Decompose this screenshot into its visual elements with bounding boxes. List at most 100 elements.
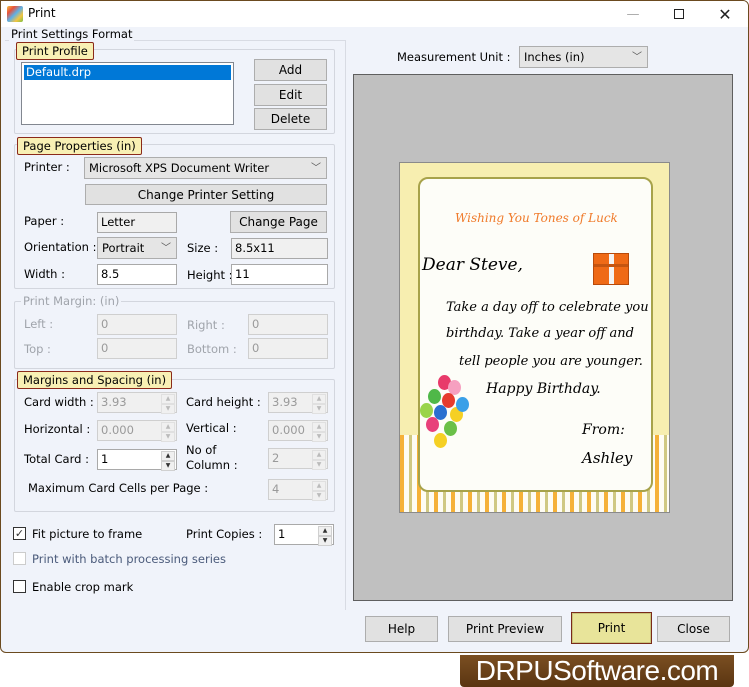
balloons-icon (420, 375, 472, 455)
spin-up-icon[interactable]: ▲ (161, 451, 175, 461)
print-margins-title: Print Margin: (in) (21, 294, 122, 308)
card-width-spinner[interactable]: 3.93 ▲ ▼ (97, 392, 177, 414)
no-of-column-label-2: Column : (186, 458, 238, 472)
vertical-label: Vertical : (186, 421, 237, 435)
right-margin-field[interactable]: 0 (248, 314, 328, 335)
card-height-label: Card height : (186, 395, 261, 409)
app-icon (7, 6, 23, 22)
settings-group-title: Print Settings Format (9, 27, 135, 41)
spin-down-icon[interactable]: ▼ (312, 460, 326, 470)
measurement-unit-select[interactable]: Inches (in) ﹀ (519, 46, 648, 68)
horizontal-label: Horizontal : (24, 422, 91, 436)
delete-profile-button[interactable]: Delete (254, 108, 327, 130)
horizontal-spinner[interactable]: 0.000 ▲ ▼ (97, 420, 177, 442)
height-field[interactable]: 11 (231, 264, 328, 285)
print-preview-button[interactable]: Print Preview (448, 616, 562, 642)
crop-mark-checkbox[interactable] (13, 580, 26, 593)
card-width-value: 3.93 (101, 395, 127, 409)
orientation-value: Portrait (102, 241, 145, 255)
total-card-label: Total Card : (24, 452, 89, 466)
no-of-column-spinner[interactable]: 2 ▲ ▼ (268, 448, 328, 470)
profile-list-item[interactable]: Default.drp (24, 65, 231, 80)
print-dialog: Print — ✕ Print Settings Format Print Pr… (0, 0, 749, 653)
spin-down-icon[interactable]: ▼ (318, 536, 332, 546)
bottom-margin-field[interactable]: 0 (248, 338, 328, 359)
close-icon: ✕ (718, 4, 732, 24)
spin-up-icon[interactable]: ▲ (312, 394, 326, 404)
window-title: Print (28, 6, 56, 20)
margins-spacing-title: Margins and Spacing (in) (17, 371, 173, 389)
spin-down-icon[interactable]: ▼ (312, 404, 326, 414)
card-signature: Ashley (582, 449, 633, 467)
vertical-value: 0.000 (272, 423, 305, 437)
orientation-select[interactable]: Portrait ﹀ (97, 237, 177, 259)
spin-down-icon[interactable]: ▼ (161, 404, 175, 414)
fit-picture-checkbox[interactable]: ✓ (13, 527, 26, 540)
printer-value: Microsoft XPS Document Writer (89, 161, 270, 175)
change-printer-setting-button[interactable]: Change Printer Setting (85, 184, 327, 205)
max-cells-spinner[interactable]: 4 ▲ ▼ (268, 479, 328, 501)
printer-label: Printer : (24, 160, 70, 174)
spin-down-icon[interactable]: ▼ (161, 432, 175, 442)
minimize-button[interactable]: — (610, 1, 656, 27)
size-field[interactable]: 8.5x11 (231, 238, 328, 259)
add-profile-button[interactable]: Add (254, 59, 327, 81)
right-margin-label: Right : (187, 318, 225, 332)
measurement-unit-label: Measurement Unit : (397, 50, 511, 64)
spin-down-icon[interactable]: ▼ (312, 432, 326, 442)
max-cells-value: 4 (272, 482, 280, 496)
paper-field[interactable]: Letter (97, 212, 177, 233)
maximize-button[interactable] (656, 1, 702, 27)
spin-up-icon[interactable]: ▲ (318, 526, 332, 536)
card-preview: Wishing You Tones of Luck Dear Steve, Ta… (399, 162, 670, 513)
help-button[interactable]: Help (365, 616, 438, 642)
printer-select[interactable]: Microsoft XPS Document Writer ﹀ (84, 157, 327, 179)
spin-up-icon[interactable]: ▲ (312, 481, 326, 491)
batch-processing-label: Print with batch processing series (32, 552, 226, 566)
batch-processing-checkbox[interactable] (13, 552, 26, 565)
change-page-button[interactable]: Change Page (230, 211, 327, 233)
card-height-spinner[interactable]: 3.93 ▲ ▼ (268, 392, 328, 414)
page-properties-title: Page Properties (in) (17, 137, 142, 155)
print-button[interactable]: Print (571, 612, 652, 644)
spin-down-icon[interactable]: ▼ (161, 461, 175, 471)
spin-down-icon[interactable]: ▼ (312, 491, 326, 501)
vertical-spinner[interactable]: 0.000 ▲ ▼ (268, 420, 328, 442)
spin-up-icon[interactable]: ▲ (312, 450, 326, 460)
chevron-down-icon: ﹀ (311, 163, 321, 174)
card-heading: Wishing You Tones of Luck (455, 211, 618, 225)
fit-picture-label: Fit picture to frame (32, 527, 143, 541)
spin-up-icon[interactable]: ▲ (161, 394, 175, 404)
spin-up-icon[interactable]: ▲ (312, 422, 326, 432)
card-line-3: tell people you are younger. (459, 354, 643, 369)
bottom-margin-label: Bottom : (187, 342, 237, 356)
card-line-2: birthday. Take a year off and (446, 326, 634, 341)
print-copies-spinner[interactable]: 1 ▲ ▼ (274, 524, 334, 546)
orientation-label: Orientation : (24, 240, 97, 254)
profile-list[interactable]: Default.drp (21, 62, 234, 125)
total-card-spinner[interactable]: 1 ▲ ▼ (97, 449, 177, 471)
no-of-column-label-1: No of (186, 443, 217, 457)
top-margin-label: Top : (24, 342, 51, 356)
card-line-4: Happy Birthday. (486, 381, 601, 397)
divider (345, 40, 346, 610)
spin-up-icon[interactable]: ▲ (161, 422, 175, 432)
width-field[interactable]: 8.5 (97, 264, 177, 285)
total-card-value: 1 (101, 452, 109, 466)
left-margin-label: Left : (24, 317, 54, 331)
size-label: Size : (187, 241, 219, 255)
close-window-button[interactable]: ✕ (702, 1, 748, 27)
left-margin-field[interactable]: 0 (97, 314, 177, 335)
minimize-icon: — (626, 6, 640, 22)
print-preview-area: Wishing You Tones of Luck Dear Steve, Ta… (353, 74, 733, 601)
chevron-down-icon: ﹀ (632, 52, 642, 63)
width-label: Width : (24, 267, 65, 281)
title-bar: Print — ✕ (1, 1, 748, 27)
card-from: From: (582, 422, 625, 438)
crop-mark-label: Enable crop mark (32, 580, 134, 594)
top-margin-field[interactable]: 0 (97, 338, 177, 359)
height-label: Height : (187, 268, 233, 282)
edit-profile-button[interactable]: Edit (254, 84, 327, 106)
close-button[interactable]: Close (657, 616, 730, 642)
max-cells-label: Maximum Card Cells per Page : (28, 481, 209, 495)
